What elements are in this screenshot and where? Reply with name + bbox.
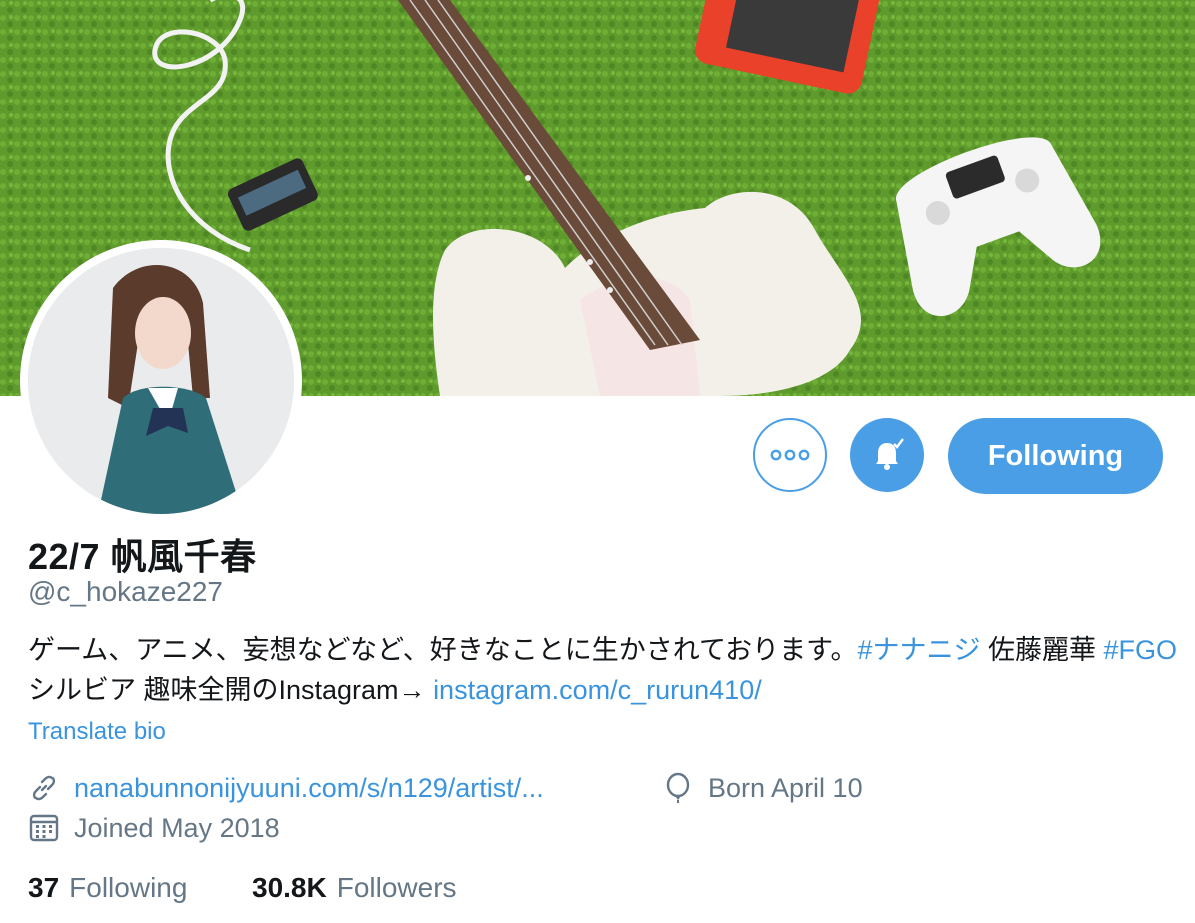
following-button[interactable]: Following (948, 418, 1163, 494)
profile-joined: Joined May 2018 (28, 812, 280, 844)
following-stat[interactable]: 37 Following (28, 872, 187, 904)
avatar-border (20, 240, 302, 522)
hashtag-link[interactable]: #ナナニジ (857, 635, 980, 665)
translate-bio-link[interactable]: Translate bio (28, 718, 166, 746)
website-url[interactable]: nanabunnonijyuuni.com/s/n129/artist/... (74, 773, 544, 804)
notifications-button[interactable] (850, 418, 924, 492)
followers-stat[interactable]: 30.8K Followers (252, 872, 457, 904)
avatar-photo (28, 248, 294, 514)
profile-website[interactable]: nanabunnonijyuuni.com/s/n129/artist/... (28, 772, 544, 804)
followers-label: Followers (336, 872, 457, 903)
link-icon (32, 775, 56, 801)
user-handle: @c_hokaze227 (28, 576, 224, 607)
more-dots-icon (770, 449, 810, 461)
bell-check-icon (876, 438, 904, 470)
display-name: 22/7 帆風千春 (28, 536, 257, 577)
avatar[interactable] (28, 248, 294, 514)
bio-text: ゲーム、アニメ、妄想などなど、好きなことに生かされております。 (28, 635, 858, 665)
profile-bio: ゲーム、アニメ、妄想などなど、好きなことに生かされております。#ナナニジ 佐藤麗… (28, 630, 1178, 710)
profile-birthday: Born April 10 (662, 772, 863, 804)
following-label: Following (69, 872, 188, 903)
followers-count: 30.8K (252, 872, 327, 903)
hashtag-link[interactable]: #FGO (1104, 635, 1178, 665)
following-count: 37 (28, 872, 60, 903)
bio-text: 佐藤麗華 (980, 635, 1104, 665)
bio-text: シルビア 趣味全開のInstagram→ (28, 675, 434, 705)
balloon-icon (666, 772, 690, 803)
calendar-icon (29, 814, 59, 842)
instagram-link[interactable]: instagram.com/c_rurun410/ (433, 675, 762, 705)
joined-text: Joined May 2018 (74, 812, 280, 843)
more-options-button[interactable] (753, 418, 827, 492)
birthday-text: Born April 10 (708, 772, 863, 803)
